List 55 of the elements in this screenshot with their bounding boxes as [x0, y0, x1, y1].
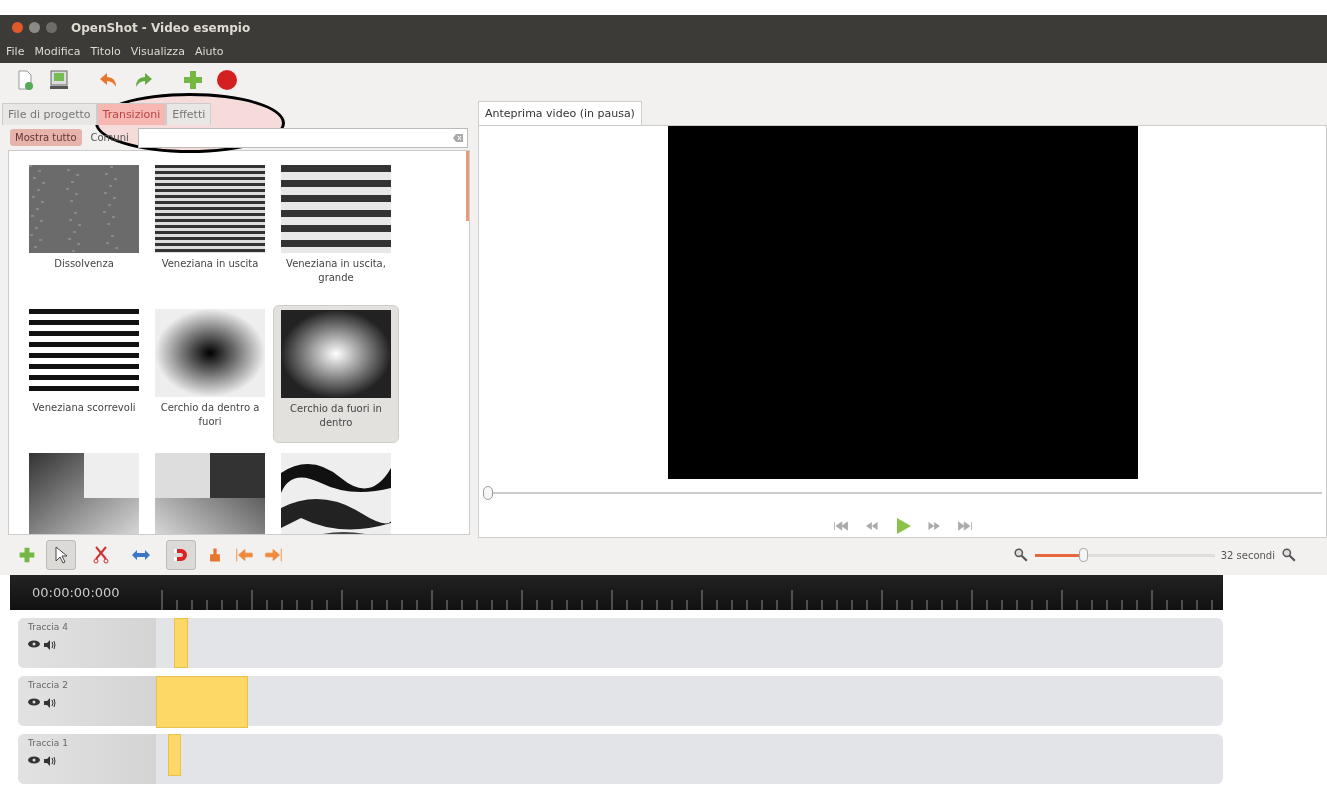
magnet-icon [172, 546, 190, 564]
eye-icon[interactable] [28, 640, 40, 648]
timeline-ruler[interactable]: 00:00:00:000 [10, 575, 1223, 610]
speaker-icon[interactable] [44, 640, 56, 650]
eye-icon[interactable] [28, 756, 40, 764]
speaker-icon[interactable] [44, 698, 56, 708]
menu-item[interactable]: Aiuto [194, 45, 224, 58]
timeline-track[interactable]: Traccia 1 [18, 734, 1223, 784]
transition-item[interactable]: Veneziana scorrevoli [21, 305, 147, 443]
speaker-icon[interactable] [44, 756, 56, 766]
transition-clip[interactable] [174, 618, 188, 668]
tool-button[interactable] [166, 540, 196, 570]
transition-item[interactable]: Veneziana in uscita, grande [273, 161, 399, 299]
preview-tab[interactable]: Anteprima video (in pausa) [478, 101, 642, 125]
menu-item[interactable]: File [6, 45, 25, 58]
zoom-out-icon[interactable] [1012, 547, 1029, 563]
menu-item[interactable]: Visualizza [130, 45, 185, 58]
zoom-reading: 32 secondi [1220, 549, 1275, 561]
maximize-button[interactable] [46, 22, 57, 33]
video-clip[interactable] [156, 676, 248, 728]
scrollbar-thumb[interactable] [466, 151, 469, 221]
track-name: Traccia 4 [28, 622, 69, 632]
transition-item[interactable]: Veneziana in uscita [147, 161, 273, 299]
track-name: Traccia 2 [28, 680, 69, 690]
window-title: OpenShot - Video esempio [71, 20, 251, 35]
panel-tab[interactable]: File di progetto [2, 103, 97, 125]
transition-item[interactable]: Cerchio da dentro a fuori [147, 305, 273, 443]
timeline-track[interactable]: Traccia 4 [18, 618, 1223, 668]
clear-icon[interactable] [453, 133, 463, 142]
eye-icon[interactable] [28, 698, 40, 706]
transition-item[interactable]: Dissolvenza [21, 161, 147, 299]
add-icon[interactable] [18, 546, 36, 564]
menu-item[interactable]: Modifica [34, 45, 81, 58]
track-name: Traccia 1 [28, 738, 69, 748]
pointer-icon [53, 546, 69, 564]
jump-end-icon[interactable] [264, 545, 284, 565]
panel-tab[interactable]: Effetti [166, 103, 212, 125]
zoom-in-icon[interactable] [1281, 547, 1297, 563]
add-icon[interactable] [182, 69, 204, 91]
zoom-slider[interactable] [1034, 548, 1215, 562]
search-field[interactable] [137, 127, 468, 148]
jump-start-icon[interactable] [234, 545, 254, 565]
menu-item[interactable]: Titolo [90, 45, 121, 58]
minimize-button[interactable] [29, 22, 40, 33]
transition-item[interactable]: Cerchio da fuori in dentro [273, 305, 399, 443]
close-button[interactable] [12, 22, 23, 33]
timeline-track[interactable]: Traccia 2 [18, 676, 1223, 726]
tool-button[interactable] [46, 540, 76, 570]
save-icon[interactable] [48, 69, 70, 91]
filter-button[interactable]: Mostra tutto [10, 129, 82, 146]
double-arrow-icon [131, 548, 151, 562]
transition-clip[interactable] [168, 734, 181, 776]
timecode: 00:00:00:000 [32, 585, 121, 600]
scissors-icon [93, 546, 109, 564]
record-icon[interactable] [216, 69, 238, 91]
